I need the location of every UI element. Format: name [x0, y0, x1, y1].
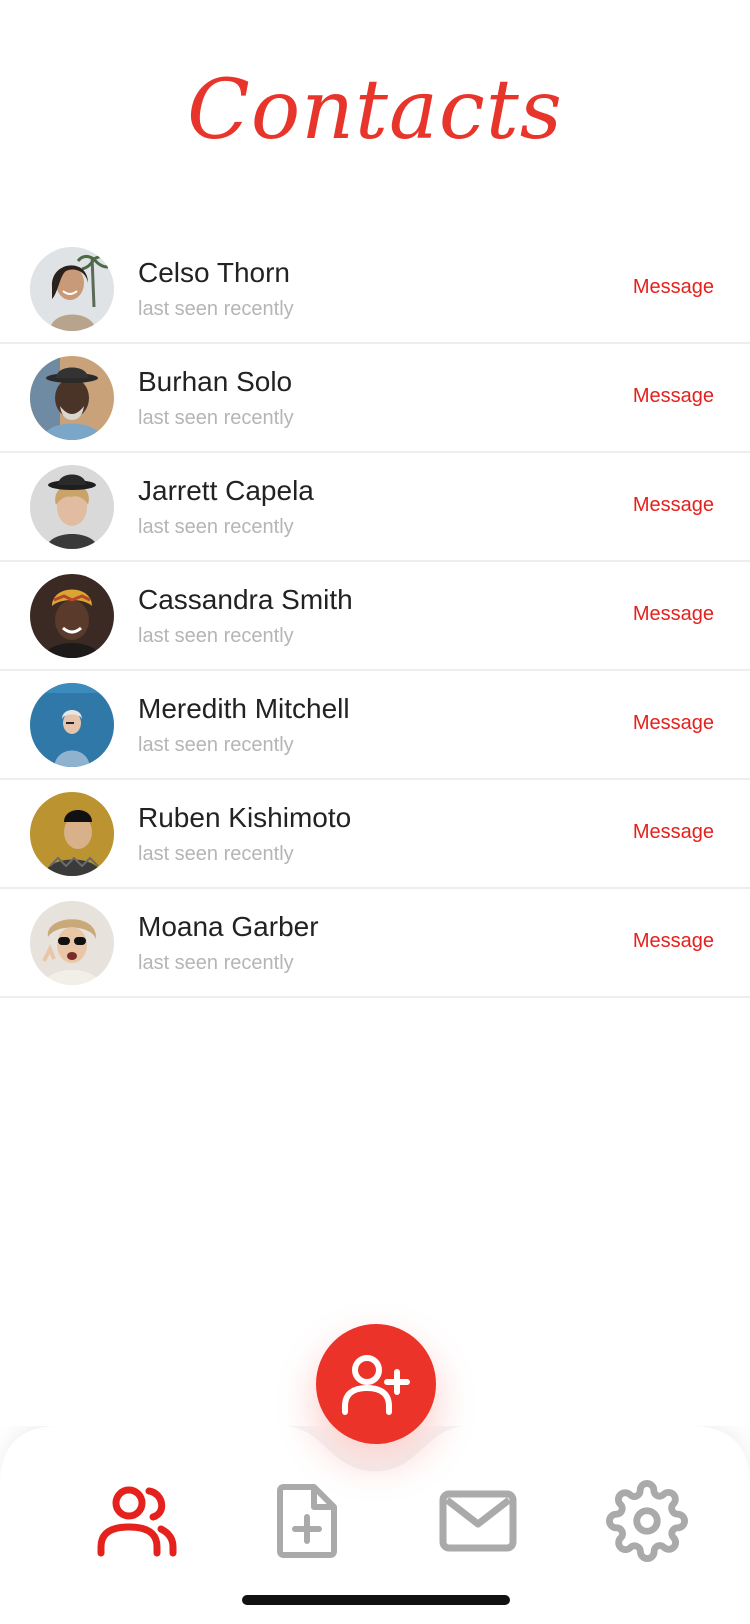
contact-row[interactable]: Burhan Solo last seen recently Message	[0, 344, 750, 453]
avatar[interactable]	[30, 356, 114, 440]
contact-row[interactable]: Ruben Kishimoto last seen recently Messa…	[0, 780, 750, 889]
contact-status: last seen recently	[138, 734, 294, 756]
avatar[interactable]	[30, 683, 114, 767]
add-user-icon	[342, 1355, 410, 1415]
tab-messages[interactable]	[433, 1476, 523, 1566]
contact-status: last seen recently	[138, 843, 294, 865]
message-button[interactable]: Message	[633, 930, 714, 953]
contact-status: last seen recently	[138, 625, 294, 647]
file-plus-icon	[277, 1484, 337, 1558]
contact-name: Burhan Solo	[138, 366, 293, 397]
home-indicator	[242, 1595, 510, 1605]
message-button[interactable]: Message	[633, 385, 714, 408]
contact-status: last seen recently	[138, 516, 294, 538]
contact-row[interactable]: Jarrett Capela last seen recently Messag…	[0, 453, 750, 562]
message-button[interactable]: Message	[633, 276, 714, 299]
contact-row[interactable]: Moana Garber last seen recently Message	[0, 889, 750, 998]
avatar[interactable]	[30, 465, 114, 549]
page-title: Contacts	[187, 63, 563, 158]
message-button[interactable]: Message	[633, 494, 714, 517]
avatar[interactable]	[30, 792, 114, 876]
add-contact-button[interactable]	[316, 1324, 436, 1444]
contact-name: Cassandra Smith	[138, 584, 353, 615]
tab-contacts[interactable]	[93, 1476, 183, 1566]
mail-icon	[439, 1490, 517, 1552]
contact-row[interactable]: Cassandra Smith last seen recently Messa…	[0, 562, 750, 671]
contact-status: last seen recently	[138, 407, 294, 429]
contact-name: Moana Garber	[138, 911, 319, 942]
contact-name: Ruben Kishimoto	[138, 802, 352, 833]
contact-name: Jarrett Capela	[138, 475, 314, 506]
contact-list: Celso Thorn last seen recently Message B…	[0, 235, 750, 998]
contact-status: last seen recently	[138, 952, 294, 974]
contact-status: last seen recently	[138, 298, 294, 320]
tab-new-document[interactable]	[262, 1476, 352, 1566]
contact-row[interactable]: Celso Thorn last seen recently Message	[0, 235, 750, 344]
avatar[interactable]	[30, 901, 114, 985]
contact-name: Meredith Mitchell	[138, 693, 350, 724]
message-button[interactable]: Message	[633, 821, 714, 844]
contact-row[interactable]: Meredith Mitchell last seen recently Mes…	[0, 671, 750, 780]
gear-icon	[606, 1480, 688, 1562]
message-button[interactable]: Message	[633, 603, 714, 626]
users-icon	[97, 1486, 177, 1557]
contact-name: Celso Thorn	[138, 257, 291, 288]
tab-settings[interactable]	[602, 1476, 692, 1566]
avatar[interactable]	[30, 247, 114, 331]
message-button[interactable]: Message	[633, 712, 714, 735]
avatar[interactable]	[30, 574, 114, 658]
